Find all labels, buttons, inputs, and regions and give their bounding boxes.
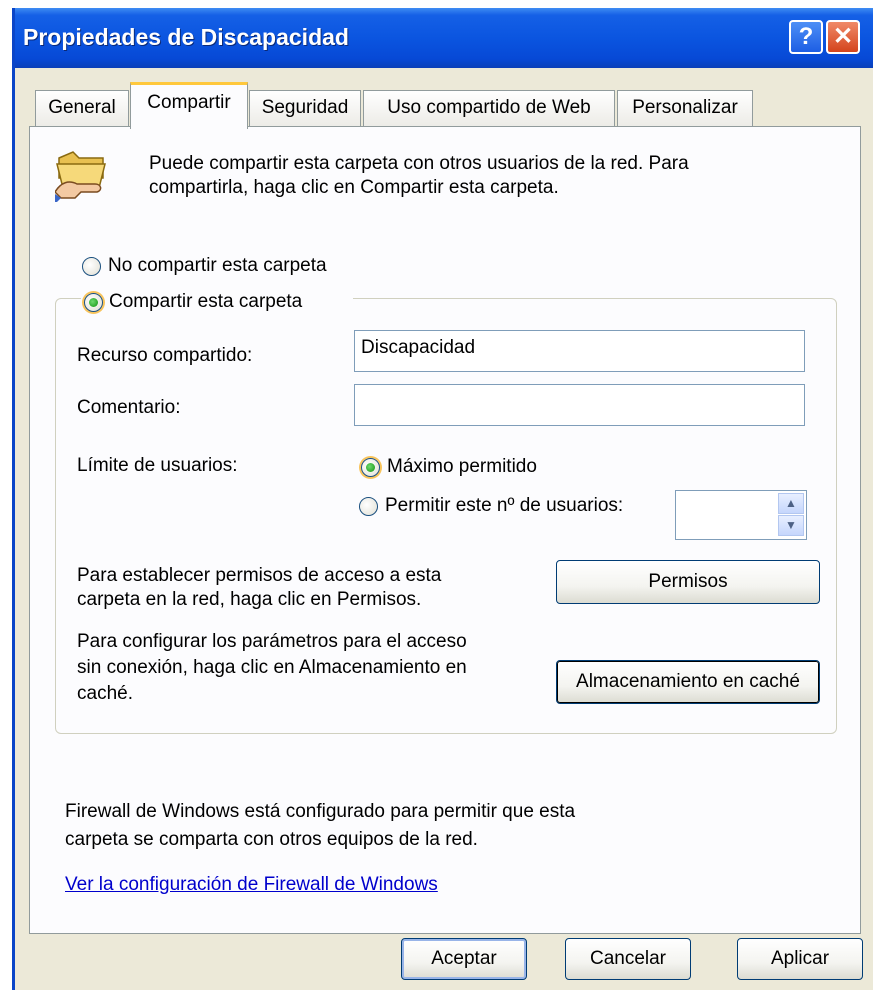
- firewall-settings-link[interactable]: Ver la configuración de Firewall de Wind…: [65, 874, 438, 896]
- tab-compartir[interactable]: Compartir: [130, 82, 248, 129]
- shared-folder-icon: [55, 151, 106, 202]
- allow-users-label[interactable]: Permitir este nº de usuarios:: [385, 494, 623, 518]
- close-button[interactable]: ✕: [826, 20, 860, 54]
- cancel-button[interactable]: Cancelar: [565, 938, 691, 980]
- firewall-text-line-2: carpeta se comparta con otros equipos de…: [65, 829, 478, 850]
- window-title: Propiedades de Discapacidad: [23, 24, 349, 50]
- tab-general[interactable]: General: [35, 90, 129, 127]
- firewall-text-line-1: Firewall de Windows está configurado par…: [65, 801, 576, 822]
- max-users-label[interactable]: Máximo permitido: [387, 455, 537, 479]
- allow-users-radio[interactable]: [359, 497, 378, 516]
- intro-text-line-1: Puede compartir esta carpeta con otros u…: [149, 153, 689, 174]
- no-share-label[interactable]: No compartir esta carpeta: [108, 254, 327, 278]
- caching-text-line-1: Para configurar los parámetros para el a…: [77, 631, 467, 652]
- share-radio[interactable]: [84, 293, 103, 312]
- tab-personalizar[interactable]: Personalizar: [617, 90, 753, 127]
- share-name-label: Recurso compartido:: [77, 345, 253, 366]
- caching-text-line-3: caché.: [77, 683, 133, 704]
- help-button[interactable]: ?: [789, 20, 823, 54]
- user-count-stepper[interactable]: ▲ ▼: [675, 490, 807, 540]
- user-limit-label: Límite de usuarios:: [77, 455, 238, 476]
- intro-text-line-2: compartirla, haga clic en Compartir esta…: [149, 177, 559, 198]
- caching-button[interactable]: Almacenamiento en caché: [556, 660, 820, 704]
- caching-text-line-2: sin conexión, haga clic en Almacenamient…: [77, 657, 467, 678]
- title-bar[interactable]: Propiedades de Discapacidad ? ✕: [15, 8, 873, 68]
- apply-button[interactable]: Aplicar: [737, 938, 863, 980]
- no-share-radio[interactable]: [82, 257, 101, 276]
- permissions-text-line-1: Para establecer permisos de acceso a est…: [77, 565, 442, 586]
- comment-input[interactable]: [354, 384, 805, 426]
- share-label[interactable]: Compartir esta carpeta: [109, 290, 302, 314]
- tab-uso-compartido-web[interactable]: Uso compartido de Web: [363, 90, 615, 127]
- spin-up-icon[interactable]: ▲: [778, 493, 804, 514]
- permissions-button[interactable]: Permisos: [556, 560, 820, 604]
- spin-down-icon[interactable]: ▼: [778, 515, 804, 536]
- properties-dialog: Propiedades de Discapacidad ? ✕ General …: [12, 8, 873, 990]
- share-name-input[interactable]: Discapacidad: [354, 330, 805, 372]
- max-users-radio[interactable]: [361, 458, 380, 477]
- permissions-text-line-2: carpeta en la red, haga clic en Permisos…: [77, 589, 422, 610]
- tab-seguridad[interactable]: Seguridad: [249, 90, 361, 127]
- ok-button[interactable]: Aceptar: [401, 938, 527, 980]
- comment-label: Comentario:: [77, 397, 181, 418]
- tab-strip: General Compartir Seguridad Uso comparti…: [15, 80, 873, 129]
